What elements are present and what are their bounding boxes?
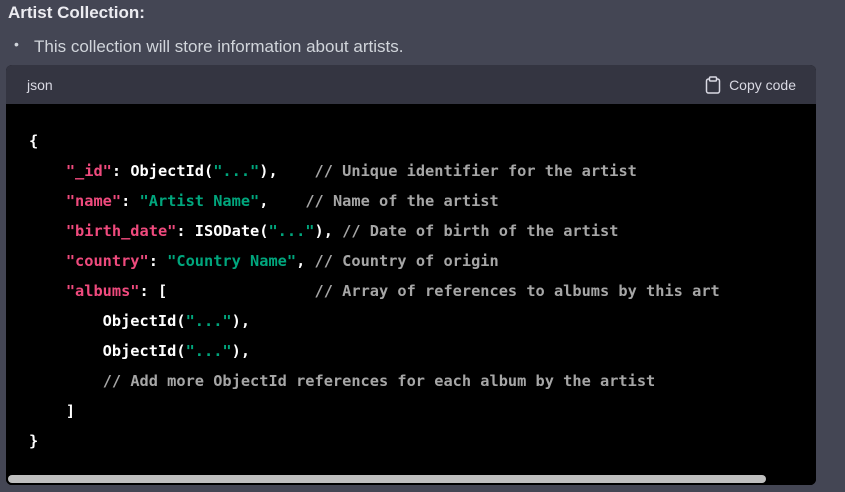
code-string: "..." (213, 162, 260, 180)
horizontal-scrollbar[interactable] (6, 473, 816, 485)
code-text: : [ (139, 282, 315, 300)
code-line: ] (29, 396, 720, 426)
code-text: ), (231, 342, 251, 360)
code-line: "_id": ObjectId("..."), // Unique identi… (29, 156, 720, 186)
code-key: "birth_date" (65, 222, 177, 240)
code-comment: // Date of birth of the artist (342, 222, 619, 240)
copy-code-label: Copy code (729, 76, 796, 93)
code-language-label: json (27, 76, 53, 93)
code-line: "country": "Country Name", // Country of… (29, 246, 720, 276)
code-content: { "_id": ObjectId("..."), // Unique iden… (29, 126, 720, 456)
code-line: } (29, 426, 720, 456)
code-key: "country" (65, 252, 149, 270)
code-text: ] (29, 402, 76, 420)
code-line: ObjectId("..."), (29, 336, 720, 366)
code-string: "..." (185, 342, 232, 360)
code-line: ObjectId("..."), (29, 306, 720, 336)
code-text: ), (259, 162, 315, 180)
code-string: "..." (268, 222, 315, 240)
code-text: : (121, 192, 140, 210)
code-line: { (29, 126, 720, 156)
code-key: "name" (65, 192, 122, 210)
code-text: ObjectId( (29, 312, 186, 330)
code-key: "albums" (65, 282, 140, 300)
code-text: : ISODate( (176, 222, 269, 240)
code-line: // Add more ObjectId references for each… (29, 366, 720, 396)
code-comment: // Country of origin (314, 252, 499, 270)
bullet-text: This collection will store information a… (34, 37, 404, 56)
code-text: , (296, 252, 315, 270)
code-text: ObjectId( (29, 342, 186, 360)
code-block-header: json Copy code (6, 65, 816, 104)
code-body: { "_id": ObjectId("..."), // Unique iden… (6, 104, 816, 485)
code-comment: // Unique identifier for the artist (314, 162, 637, 180)
code-line: "albums": [ // Array of references to al… (29, 276, 720, 306)
code-text: : ObjectId( (111, 162, 214, 180)
code-text: , (259, 192, 306, 210)
code-text: ), (314, 222, 343, 240)
code-line: "birth_date": ISODate("..."), // Date of… (29, 216, 720, 246)
code-comment: // Name of the artist (305, 192, 499, 210)
section-heading: Artist Collection: (8, 3, 145, 22)
code-text: { (29, 132, 39, 150)
code-string: "Artist Name" (139, 192, 260, 210)
scrollbar-thumb[interactable] (8, 475, 766, 483)
code-text: : (148, 252, 168, 270)
code-key: "_id" (65, 162, 112, 180)
code-comment: // Add more ObjectId references for each… (102, 372, 656, 390)
code-comment: // Array of references to albums by this… (314, 282, 720, 300)
clipboard-icon (705, 75, 721, 94)
bullet-list-item: • This collection will store information… (14, 36, 403, 58)
code-string: "..." (185, 312, 232, 330)
code-text: ), (231, 312, 251, 330)
code-line: "name": "Artist Name", // Name of the ar… (29, 186, 720, 216)
copy-code-button[interactable]: Copy code (705, 75, 796, 94)
chat-message: Artist Collection: • This collection wil… (0, 0, 845, 492)
code-block: json Copy code { "_id": ObjectId("..."),… (6, 65, 816, 485)
bullet-marker: • (14, 36, 19, 52)
code-text: } (29, 432, 39, 450)
code-string: "Country Name" (167, 252, 297, 270)
